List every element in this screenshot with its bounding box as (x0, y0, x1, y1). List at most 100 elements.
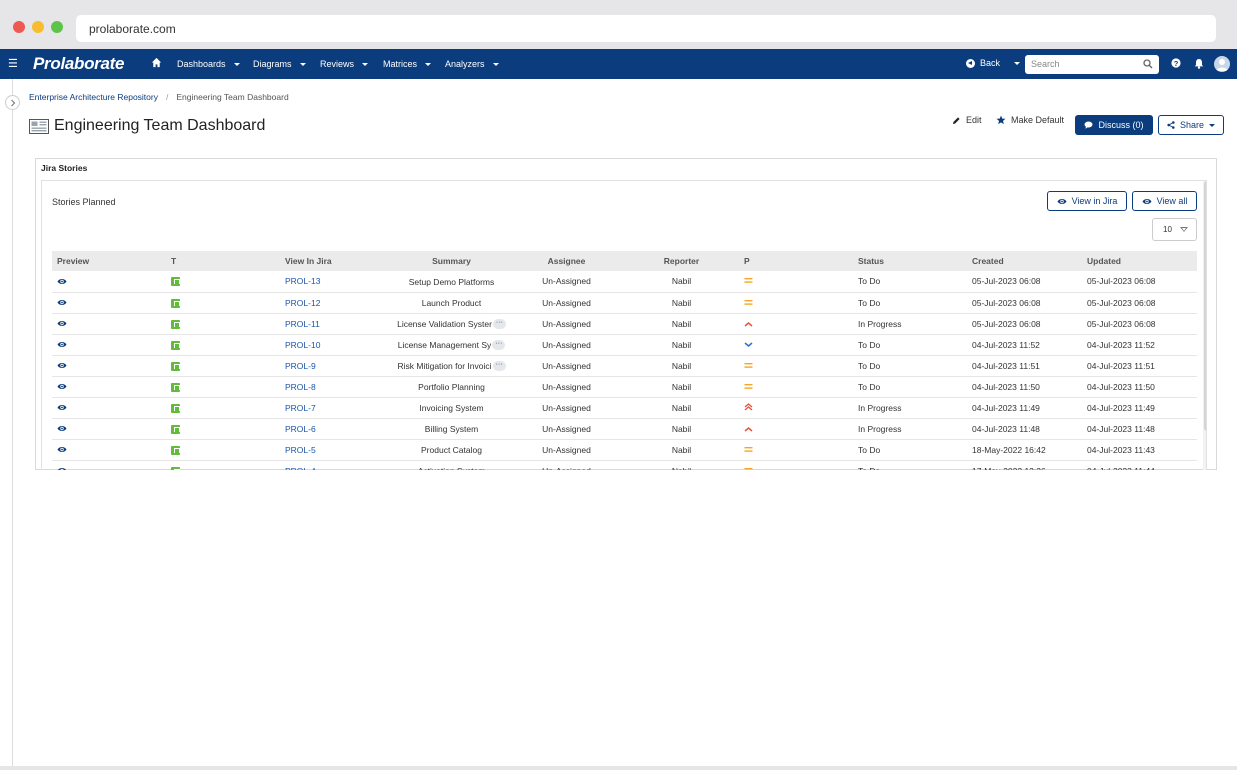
scrollbar-thumb[interactable] (1204, 181, 1206, 431)
priority-cell (739, 271, 853, 292)
hamburger-menu-icon[interactable]: ☰ (8, 57, 18, 70)
eye-icon[interactable] (57, 382, 67, 392)
discuss-button[interactable]: Discuss (0) (1075, 115, 1153, 135)
jira-key-link[interactable]: PROL-10 (280, 334, 394, 355)
jira-key-link[interactable]: PROL-12 (280, 292, 394, 313)
col-status[interactable]: Status (853, 251, 967, 271)
top-navbar: ☰ Prolaborate Dashboards Diagrams Review… (0, 49, 1237, 79)
nav-reviews[interactable]: Reviews (320, 59, 369, 69)
help-icon[interactable]: ? (1171, 58, 1181, 70)
story-type-icon (171, 361, 180, 371)
nav-matrices-label: Matrices (383, 59, 418, 69)
jira-key-link[interactable]: PROL-8 (280, 376, 394, 397)
search-input[interactable]: Search (1025, 55, 1159, 74)
col-view-in-jira[interactable]: View In Jira (280, 251, 394, 271)
nav-dashboards[interactable]: Dashboards (177, 59, 240, 69)
col-created[interactable]: Created (967, 251, 1082, 271)
view-in-jira-button[interactable]: View in Jira (1047, 191, 1127, 211)
minimize-window-dot[interactable] (32, 21, 44, 33)
col-type[interactable]: T (166, 251, 280, 271)
col-reporter[interactable]: Reporter (624, 251, 739, 271)
col-assignee[interactable]: Assignee (509, 251, 624, 271)
priority-cell (739, 313, 853, 334)
bell-icon[interactable] (1194, 58, 1204, 71)
more-icon[interactable]: ··· (492, 360, 506, 371)
eye-icon[interactable] (57, 340, 67, 350)
search-icon[interactable] (1143, 59, 1153, 69)
jira-key-link[interactable]: PROL-11 (280, 313, 394, 334)
eye-icon[interactable] (57, 361, 67, 371)
preview-cell (52, 460, 166, 470)
priority-low-icon (744, 340, 753, 350)
table-row: PROL-11 License Validation Syster ··· Un-As… (52, 313, 1197, 334)
updated-cell: 04-Jul-2023 11:51 (1087, 360, 1155, 371)
chevron-down-icon (1180, 227, 1188, 232)
reporter-cell: Nabil (671, 423, 692, 434)
table-row: PROL-10 License Management Sy ··· Un-Assign… (52, 334, 1197, 355)
breadcrumb-root-link[interactable]: Enterprise Architecture Repository (29, 92, 158, 102)
edit-button[interactable]: Edit (952, 115, 982, 125)
eye-icon[interactable] (57, 466, 67, 470)
share-button[interactable]: Share (1158, 115, 1224, 135)
created-cell: 04-Jul-2023 11:52 (972, 339, 1040, 350)
nav-analyzers[interactable]: Analyzers (445, 59, 499, 69)
jira-key-link[interactable]: PROL-9 (280, 355, 394, 376)
assignee-cell: Un-Assigned (542, 444, 591, 455)
story-type-icon (171, 466, 180, 470)
brand-logo[interactable]: Prolaborate (33, 54, 124, 74)
eye-icon[interactable] (57, 298, 67, 308)
more-icon[interactable]: ··· (492, 318, 506, 329)
address-bar[interactable]: prolaborate.com (76, 15, 1216, 42)
share-icon (1167, 121, 1175, 129)
jira-key-link[interactable]: PROL-7 (280, 397, 394, 418)
chevron-down-icon (1209, 123, 1216, 127)
eye-icon[interactable] (57, 403, 67, 413)
back-button[interactable]: Back (966, 58, 1021, 68)
col-preview[interactable]: Preview (52, 251, 166, 271)
reporter-cell: Nabil (671, 297, 692, 308)
more-icon[interactable]: ··· (492, 339, 506, 350)
updated-cell: 04-Jul-2023 11:48 (1087, 423, 1155, 434)
home-icon[interactable] (151, 57, 162, 70)
view-all-button[interactable]: View all (1132, 191, 1197, 211)
jira-key-link[interactable]: PROL-4 (280, 460, 394, 471)
nav-matrices[interactable]: Matrices (383, 59, 432, 69)
jira-key-link[interactable]: PROL-6 (280, 418, 394, 439)
assignee-cell: Un-Assigned (542, 297, 591, 308)
dashboard-icon (29, 118, 49, 134)
reporter-cell: Nabil (671, 339, 692, 350)
make-default-button[interactable]: Make Default (996, 115, 1064, 125)
eye-icon[interactable] (57, 445, 67, 455)
eye-icon[interactable] (57, 277, 67, 287)
jira-key-link[interactable]: PROL-13 (280, 271, 394, 292)
assignee-cell: Un-Assigned (542, 381, 591, 392)
jira-key-link[interactable]: PROL-5 (280, 439, 394, 460)
story-type-icon (171, 403, 180, 413)
sidebar-expand-button[interactable] (5, 95, 20, 110)
close-window-dot[interactable] (13, 21, 25, 33)
status-cell: To Do (858, 360, 881, 371)
status-cell: In Progress (858, 423, 902, 434)
eye-icon[interactable] (57, 424, 67, 434)
priority-medium-icon (744, 466, 753, 471)
nav-diagrams[interactable]: Diagrams (253, 59, 306, 69)
reporter-cell: Nabil (671, 444, 692, 455)
summary-text: License Management Sy (397, 339, 492, 350)
user-avatar[interactable] (1214, 56, 1230, 72)
page-size-select[interactable]: 10 (1152, 218, 1197, 241)
story-type-icon (171, 319, 180, 329)
chevron-down-icon[interactable] (1014, 61, 1021, 65)
maximize-window-dot[interactable] (51, 21, 63, 33)
eye-icon[interactable] (57, 319, 67, 329)
col-priority[interactable]: P (739, 251, 853, 271)
preview-cell (52, 418, 166, 439)
col-summary[interactable]: Summary (394, 251, 509, 271)
priority-medium-icon (744, 298, 753, 308)
eye-icon (1057, 198, 1067, 204)
type-cell (166, 292, 280, 313)
type-cell (166, 313, 280, 334)
summary-text: Risk Mitigation for Invoici (397, 360, 492, 371)
assignee-cell: Un-Assigned (542, 339, 591, 350)
page-size-value: 10 (1163, 225, 1172, 234)
col-updated[interactable]: Updated (1082, 251, 1197, 271)
